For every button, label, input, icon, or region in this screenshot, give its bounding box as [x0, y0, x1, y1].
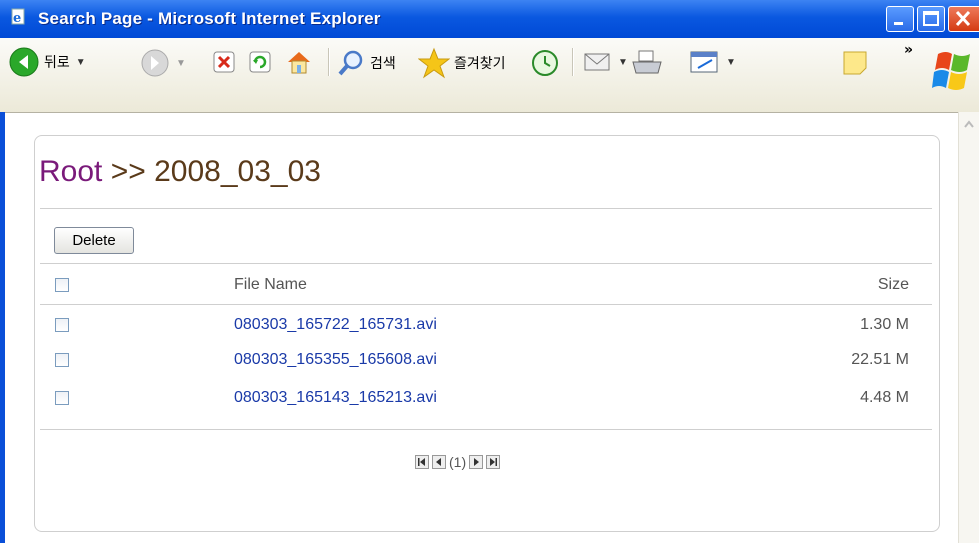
last-page-button[interactable] [486, 455, 501, 469]
search-button[interactable]: 검색 [336, 48, 396, 78]
divider [40, 263, 932, 264]
divider [40, 429, 932, 430]
stop-button[interactable] [212, 50, 236, 74]
history-icon [532, 50, 558, 76]
file-size: 1.30 M [860, 316, 909, 333]
toolbar-separator [328, 48, 330, 76]
column-header-size[interactable]: Size [878, 276, 909, 294]
history-button[interactable] [530, 48, 560, 78]
row-checkbox[interactable] [55, 318, 69, 332]
breadcrumb-current: 2008_03_03 [154, 155, 321, 188]
edit-button[interactable]: ▼ [688, 48, 736, 76]
mail-button[interactable]: ▼ [582, 48, 628, 76]
file-size: 22.51 M [851, 351, 909, 368]
home-icon [288, 52, 310, 74]
favorites-label: 즐겨찾기 [454, 55, 506, 71]
window-frame-left [0, 112, 5, 543]
ie-page-icon: e [10, 8, 28, 26]
current-page-label: (1) [449, 454, 467, 470]
search-label: 검색 [370, 55, 396, 71]
vertical-scrollbar[interactable] [958, 112, 979, 543]
file-link[interactable]: 080303_165143_165213.avi [234, 389, 437, 407]
toolbar-separator [572, 48, 574, 76]
file-link[interactable]: 080303_165722_165731.avi [234, 316, 437, 334]
chevron-down-icon[interactable]: ▼ [618, 57, 628, 68]
row-checkbox[interactable] [55, 391, 69, 405]
file-size: 4.48 M [860, 389, 909, 406]
mail-icon [584, 53, 610, 71]
favorites-button[interactable]: 즐겨찾기 [418, 47, 506, 79]
breadcrumb-root-link[interactable]: Root [39, 155, 102, 188]
stop-icon [213, 51, 235, 73]
minimize-button[interactable] [886, 6, 914, 32]
print-button[interactable] [630, 48, 664, 78]
window-titlebar[interactable]: e Search Page - Microsoft Internet Explo… [0, 0, 979, 38]
forward-arrow-icon [141, 49, 169, 77]
maximize-button[interactable] [917, 6, 945, 32]
delete-button[interactable]: Delete [54, 227, 134, 254]
window-title: Search Page - Microsoft Internet Explore… [38, 9, 381, 28]
chevron-down-icon[interactable]: ▼ [176, 58, 186, 69]
next-page-icon [474, 458, 480, 466]
column-header-file-name[interactable]: File Name [234, 276, 307, 294]
next-page-button[interactable] [469, 455, 484, 469]
home-button[interactable] [284, 48, 314, 76]
edit-icon [690, 51, 718, 73]
divider [40, 208, 932, 209]
last-page-icon [490, 458, 498, 466]
search-icon [338, 50, 363, 76]
breadcrumb-separator: >> [102, 155, 155, 188]
chevron-down-icon[interactable]: ▼ [76, 57, 86, 68]
browser-toolbar: 뒤로 ▼ ▼ 검색 즐겨찾기 ▼ ▼ » [0, 38, 979, 113]
refresh-button[interactable] [248, 50, 272, 74]
windows-logo-icon [930, 48, 976, 102]
back-arrow-icon [9, 47, 39, 77]
note-icon [843, 51, 867, 75]
breadcrumb: Root >> 2008_03_03 [39, 155, 321, 189]
divider [40, 304, 932, 305]
prev-page-button[interactable] [432, 455, 446, 469]
row-checkbox[interactable] [55, 353, 69, 367]
toolbar-overflow-button[interactable]: » [904, 42, 913, 58]
printer-icon [632, 50, 662, 74]
prev-page-icon [436, 458, 441, 466]
back-button[interactable]: 뒤로 ▼ [8, 46, 86, 78]
pagination: (1) [415, 454, 501, 470]
back-label: 뒤로 [44, 54, 70, 70]
first-page-icon [418, 458, 425, 466]
file-link[interactable]: 080303_165355_165608.avi [234, 351, 437, 369]
first-page-button[interactable] [415, 455, 429, 469]
file-list-panel [34, 135, 940, 532]
svg-text:e: e [13, 11, 21, 26]
star-icon [418, 47, 450, 79]
notes-button[interactable] [842, 50, 868, 76]
select-all-checkbox[interactable] [55, 278, 69, 292]
scroll-up-arrow-icon[interactable] [962, 116, 976, 130]
chevron-down-icon[interactable]: ▼ [726, 57, 736, 68]
refresh-icon [249, 51, 271, 73]
forward-button[interactable]: ▼ [140, 48, 186, 78]
close-button[interactable] [948, 6, 979, 32]
